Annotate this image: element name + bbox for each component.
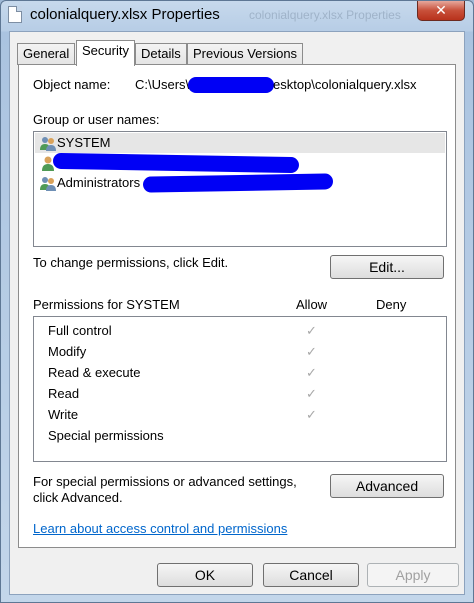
advanced-hint-line2: click Advanced. — [33, 490, 123, 505]
object-name-label: Object name: — [33, 77, 111, 92]
tab-general[interactable]: General — [17, 43, 76, 65]
redaction-mark — [52, 152, 300, 174]
learn-access-control-link[interactable]: Learn about access control and permissio… — [33, 521, 287, 536]
window-title: colonialquery.xlsx Properties — [30, 6, 220, 23]
tab-label: General — [23, 46, 70, 61]
list-item-administrators[interactable]: Administrators — [35, 173, 445, 193]
permission-name: Full control — [48, 323, 112, 338]
permission-name: Write — [48, 407, 79, 422]
allow-check-icon: ✓ — [306, 323, 317, 338]
list-item-label: Administrators — [57, 175, 141, 190]
list-item-label: SYSTEM — [57, 135, 111, 150]
group-names-label: Group or user names: — [33, 112, 160, 127]
list-item-system[interactable]: SYSTEM — [35, 133, 445, 153]
redaction-mark — [142, 173, 334, 193]
permission-name: Read — [48, 386, 80, 401]
allow-column-header: Allow — [296, 297, 328, 312]
background-window-title: colonialquery.xlsx Properties — [249, 8, 401, 22]
allow-check-icon: ✓ — [306, 344, 317, 359]
permission-name: Special permissions — [48, 428, 164, 443]
group-user-list[interactable]: SYSTEM Administrators — [33, 131, 447, 247]
permission-name: Modify — [48, 344, 87, 359]
permission-row-read-execute: Read & execute ✓ — [34, 362, 446, 383]
edit-button[interactable]: Edit... — [330, 255, 444, 279]
allow-check-icon: ✓ — [306, 407, 317, 422]
permission-row-full-control: Full control ✓ — [34, 320, 446, 341]
tab-previous-versions[interactable]: Previous Versions — [187, 43, 304, 65]
dialog-body: General Security Details Previous Versio… — [9, 31, 465, 595]
permission-name: Read & execute — [48, 365, 141, 380]
permissions-for-label: Permissions for SYSTEM — [33, 297, 180, 312]
advanced-hint-line1: For special permissions or advanced sett… — [33, 474, 297, 489]
group-icon — [40, 137, 56, 151]
allow-check-icon: ✓ — [306, 365, 317, 380]
title-bar[interactable]: colonialquery.xlsx Properties colonialqu… — [1, 1, 473, 31]
apply-button[interactable]: Apply — [367, 563, 459, 587]
permission-row-special: Special permissions — [34, 425, 446, 446]
close-button[interactable]: ✕ — [417, 1, 465, 21]
security-panel: Object name: C:\Users\ esktop\colonialqu… — [18, 64, 456, 548]
tab-security[interactable]: Security — [76, 40, 135, 66]
deny-column-header: Deny — [376, 297, 407, 312]
group-icon — [40, 177, 56, 191]
file-icon — [8, 6, 22, 23]
cancel-button[interactable]: Cancel — [263, 563, 359, 587]
object-path-suffix: esktop\colonialquery.xlsx — [273, 77, 417, 92]
close-icon: ✕ — [435, 2, 447, 18]
permission-row-write: Write ✓ — [34, 404, 446, 425]
ok-button[interactable]: OK — [157, 563, 253, 587]
allow-check-icon: ✓ — [306, 386, 317, 401]
permission-row-modify: Modify ✓ — [34, 341, 446, 362]
change-permissions-hint: To change permissions, click Edit. — [33, 255, 229, 270]
object-path-prefix: C:\Users\ — [135, 77, 190, 92]
permissions-list[interactable]: Full control ✓ Modify ✓ Read & execute ✓… — [33, 316, 447, 462]
tab-details[interactable]: Details — [135, 43, 187, 65]
tab-label: Previous Versions — [193, 46, 298, 61]
list-item-user[interactable] — [35, 152, 445, 174]
redaction-mark — [188, 77, 274, 93]
tab-label: Details — [141, 46, 181, 61]
advanced-button[interactable]: Advanced — [330, 474, 444, 498]
permission-row-read: Read ✓ — [34, 383, 446, 404]
tab-label: Security — [82, 43, 129, 58]
properties-window: colonialquery.xlsx Properties colonialqu… — [0, 0, 474, 603]
